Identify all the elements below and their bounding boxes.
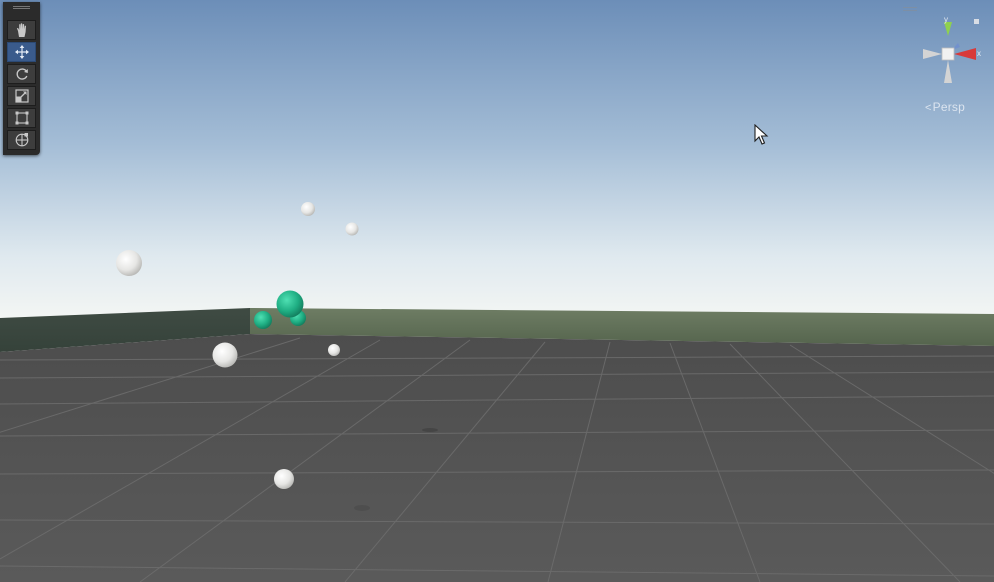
green-sphere <box>276 290 304 318</box>
move-icon <box>14 45 29 59</box>
white-sphere <box>274 469 294 489</box>
rect-transform-icon <box>15 111 28 125</box>
white-sphere <box>345 222 359 236</box>
gizmo-x-label: x <box>977 49 981 58</box>
ground-plane <box>0 334 994 582</box>
gizmo-x-axis-icon <box>954 48 976 60</box>
chevron-left-icon: < <box>925 102 932 114</box>
transform-tool-button[interactable] <box>7 130 36 150</box>
gizmo-negy-axis-icon <box>944 60 952 83</box>
tool-palette <box>3 2 40 155</box>
gizmo-drag-handle-icon[interactable] <box>903 7 917 11</box>
palette-grip-icon[interactable] <box>13 6 30 9</box>
scene-viewport[interactable]: y x <Persp <box>0 0 994 582</box>
mouse-cursor-icon <box>754 124 769 145</box>
white-sphere <box>301 202 315 216</box>
green-sphere <box>254 311 272 329</box>
sky <box>0 0 994 320</box>
scale-icon <box>14 89 29 103</box>
white-sphere <box>116 250 142 276</box>
rect-tool-button[interactable] <box>7 108 36 128</box>
rotate-icon <box>16 68 28 80</box>
rotate-tool-button[interactable] <box>7 64 36 84</box>
scene-orientation-gizmo[interactable] <box>918 12 984 88</box>
white-sphere <box>328 344 340 356</box>
projection-toggle[interactable]: <Persp <box>925 100 965 114</box>
projection-label: Persp <box>932 100 965 114</box>
transform-icon <box>15 133 28 147</box>
gizmo-y-label: y <box>944 15 948 24</box>
gizmo-center-cube-icon <box>941 47 955 61</box>
scene-canvas[interactable] <box>0 0 994 582</box>
move-tool-button[interactable] <box>7 42 36 62</box>
gizmo-y-axis-icon <box>944 22 952 36</box>
hand-icon <box>16 23 26 37</box>
gizmo-negx-axis-icon <box>923 49 942 59</box>
hand-tool-button[interactable] <box>7 20 36 40</box>
scale-tool-button[interactable] <box>7 86 36 106</box>
white-sphere <box>212 342 238 368</box>
